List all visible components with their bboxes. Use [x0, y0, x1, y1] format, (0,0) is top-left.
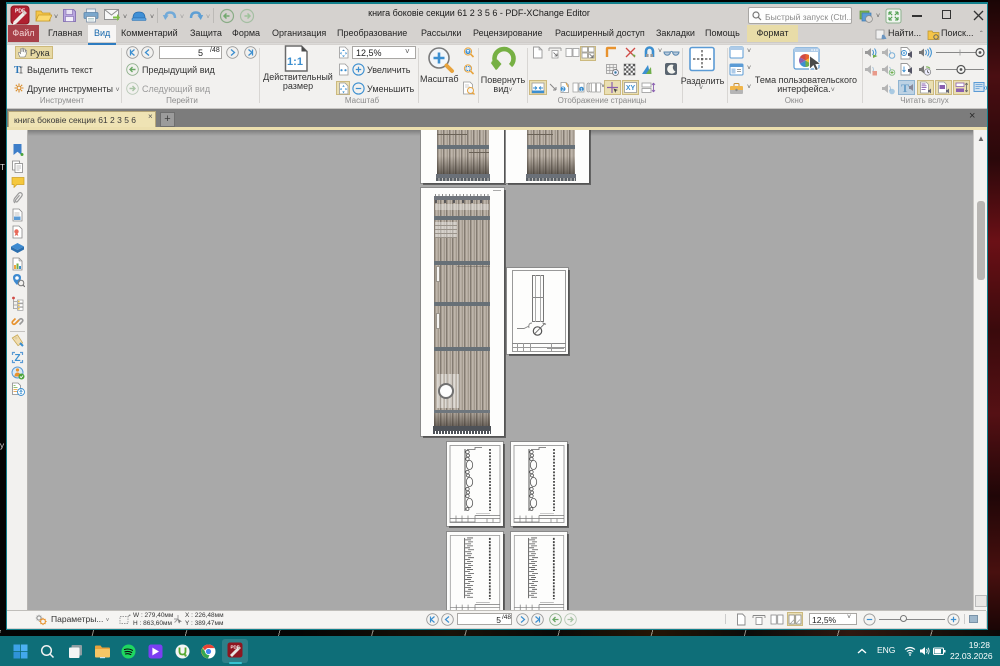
svg-text:1:1: 1:1	[287, 56, 303, 68]
svg-text:XY: XY	[626, 85, 636, 92]
svg-text:2: 2	[562, 87, 565, 93]
svg-text:T: T	[901, 81, 909, 94]
svg-text:Z: Z	[14, 353, 20, 364]
svg-text:T: T	[14, 65, 21, 75]
